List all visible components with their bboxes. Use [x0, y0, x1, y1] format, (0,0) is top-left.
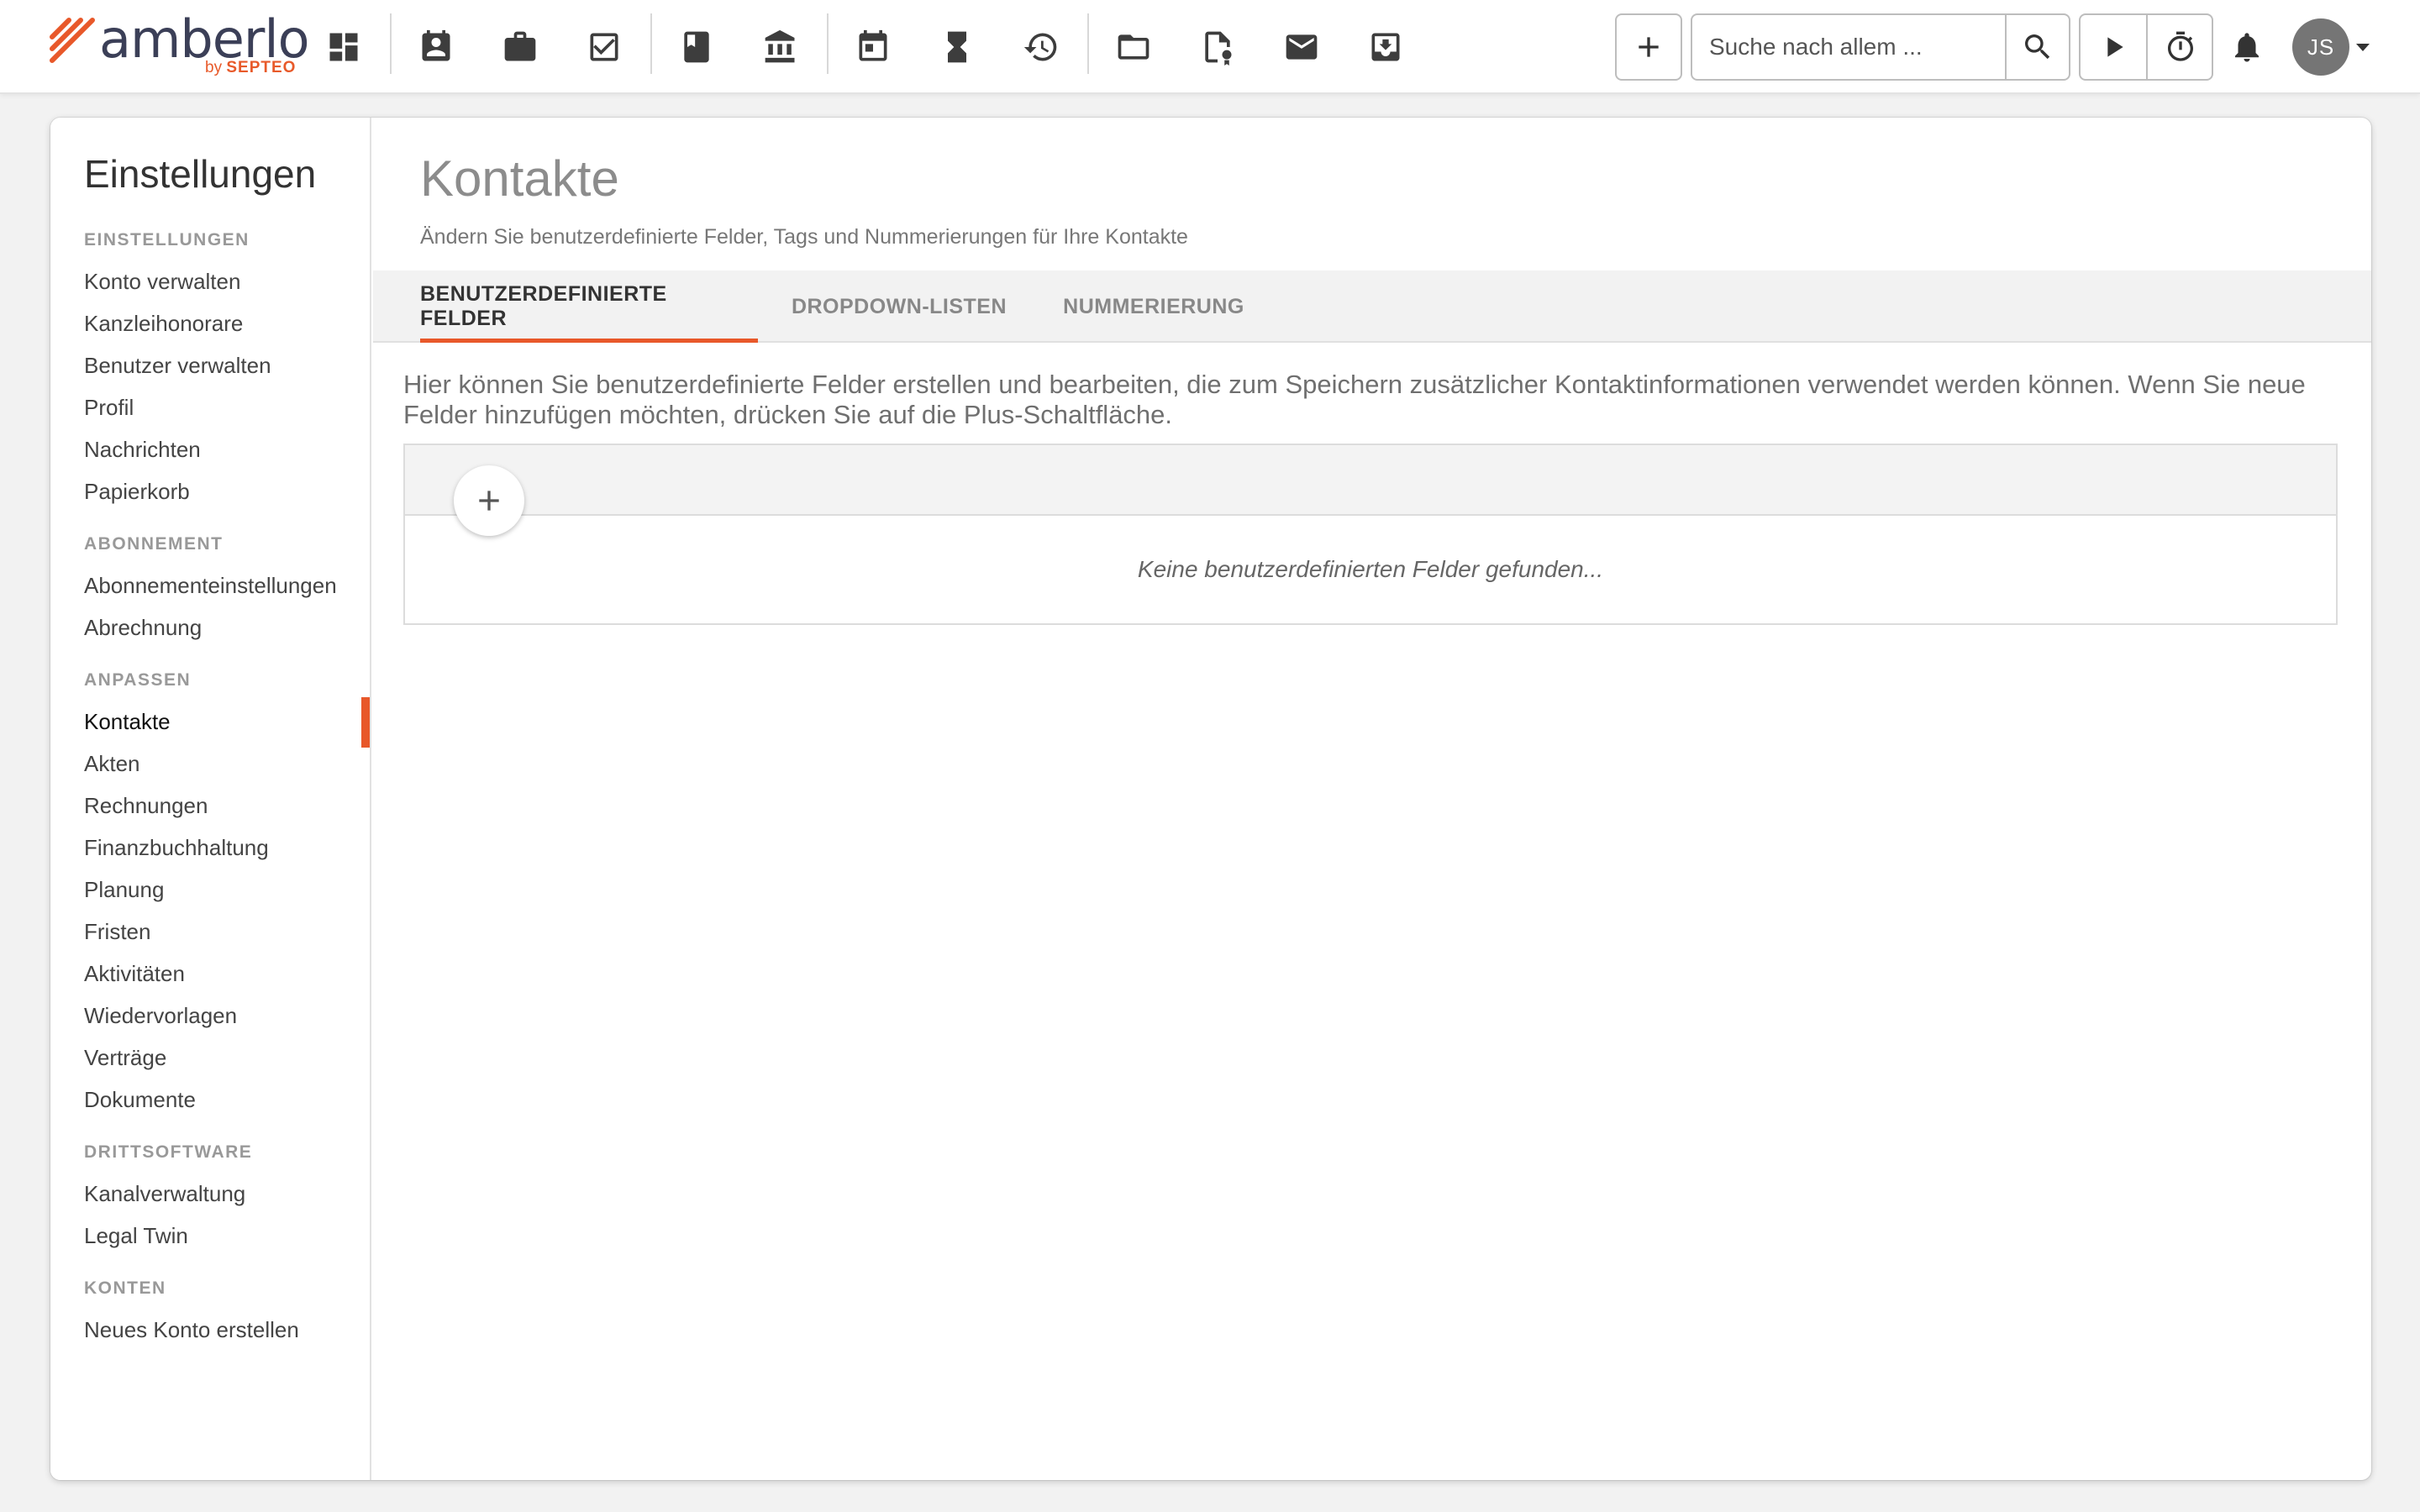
sidebar-section-anpassen: ANPASSEN: [84, 670, 192, 690]
briefcase-icon[interactable]: [491, 18, 550, 76]
stopwatch-icon: [2168, 31, 2193, 61]
content-panel: Kontakte Ändern Sie benutzerdefinierte F…: [373, 118, 2371, 1480]
plus-icon: [1639, 37, 1659, 57]
nav-divider: [827, 13, 829, 74]
top-bar: amberlo by SEPTEO Suche nach allem ... J…: [0, 0, 2420, 94]
sidebar-section-konten: KONTEN: [84, 1278, 166, 1298]
tab-benutzerdefinierte-felder[interactable]: BENUTZERDEFINIERTE FELDER: [420, 270, 758, 343]
search-button[interactable]: [2005, 15, 2069, 79]
sidebar-item-finanzbuchhaltung[interactable]: Finanzbuchhaltung: [84, 835, 269, 861]
global-search: [1691, 13, 2070, 81]
sidebar-item-konto-verwalten[interactable]: Konto verwalten: [84, 269, 240, 295]
brand-logo[interactable]: amberlo by SEPTEO: [49, 8, 310, 82]
plus-icon: [479, 491, 499, 511]
sidebar-item-legal-twin[interactable]: Legal Twin: [84, 1223, 188, 1249]
nav-divider: [650, 13, 652, 74]
sidebar-item-neues-konto-erstellen[interactable]: Neues Konto erstellen: [84, 1317, 299, 1343]
certificate-icon[interactable]: [1188, 18, 1247, 76]
tasks-icon[interactable]: [575, 18, 634, 76]
sidebar-item-kanzleihonorare[interactable]: Kanzleihonorare: [84, 311, 243, 337]
empty-state-message: Keine benutzerdefinierten Felder gefunde…: [1137, 556, 1604, 582]
custom-fields-table: Keine benutzerdefinierten Felder gefunde…: [403, 444, 2338, 625]
notifications-button[interactable]: [2223, 24, 2270, 71]
sidebar-section-abonnement: ABONNEMENT: [84, 534, 224, 554]
tab-bar: BENUTZERDEFINIERTE FELDER DROPDOWN-LISTE…: [373, 270, 2371, 343]
hourglass-icon[interactable]: [928, 18, 986, 76]
search-icon: [2025, 34, 2050, 60]
settings-sidebar: Einstellungen EINSTELLUNGEN Konto verwal…: [50, 118, 371, 1480]
contacts-icon[interactable]: [407, 18, 466, 76]
sidebar-item-abrechnung[interactable]: Abrechnung: [84, 615, 202, 641]
time-billing-icon[interactable]: [1012, 18, 1071, 76]
brand-byline: by SEPTEO: [205, 59, 297, 76]
sidebar-item-profil[interactable]: Profil: [84, 395, 134, 421]
timer-controls: [2079, 13, 2213, 81]
sidebar-item-papierkorb[interactable]: Papierkorb: [84, 479, 190, 505]
calendar-icon[interactable]: [844, 18, 902, 76]
sidebar-item-kontakte[interactable]: Kontakte: [84, 709, 171, 735]
user-avatar[interactable]: JS: [2292, 18, 2349, 76]
sidebar-item-abonnementeinstellungen[interactable]: Abonnementeinstellungen: [84, 573, 337, 599]
chevron-down-icon[interactable]: [2354, 40, 2371, 54]
nav-divider: [390, 13, 392, 74]
search-input[interactable]: [1692, 15, 2005, 79]
sidebar-item-benutzer-verwalten[interactable]: Benutzer verwalten: [84, 353, 271, 379]
mail-icon[interactable]: [1272, 18, 1331, 76]
page-title: Kontakte: [420, 150, 619, 207]
sidebar-item-akten[interactable]: Akten: [84, 751, 140, 777]
sidebar-item-vertraege[interactable]: Verträge: [84, 1045, 166, 1071]
tab-nummerierung[interactable]: NUMMERIERUNG: [1042, 270, 1265, 343]
book-icon[interactable]: [667, 18, 726, 76]
info-text: Hier können Sie benutzerdefinierte Felde…: [403, 370, 2306, 429]
folder-icon[interactable]: [1104, 18, 1163, 76]
sidebar-item-kanalverwaltung[interactable]: Kanalverwaltung: [84, 1181, 245, 1207]
add-field-button[interactable]: [454, 465, 524, 536]
dashboard-icon[interactable]: [314, 18, 373, 76]
page-subtitle: Ändern Sie benutzerdefinierte Felder, Ta…: [420, 225, 1188, 249]
active-indicator: [361, 697, 370, 748]
start-timer-button[interactable]: [2081, 15, 2146, 79]
tab-dropdown-listen[interactable]: DROPDOWN-LISTEN: [781, 270, 1017, 343]
sidebar-section-drittsoftware: DRITTSOFTWARE: [84, 1142, 253, 1162]
sidebar-item-planung[interactable]: Planung: [84, 877, 164, 903]
add-button[interactable]: [1615, 13, 1682, 81]
stopwatch-button[interactable]: [2148, 15, 2213, 79]
sidebar-section-einstellungen: EINSTELLUNGEN: [84, 230, 250, 249]
bank-icon[interactable]: [751, 18, 810, 76]
sidebar-title: Einstellungen: [84, 152, 317, 196]
settings-card: Einstellungen EINSTELLUNGEN Konto verwal…: [50, 118, 2371, 1480]
bell-icon: [2235, 33, 2259, 62]
sidebar-item-rechnungen[interactable]: Rechnungen: [84, 793, 208, 819]
inbox-icon[interactable]: [1356, 18, 1415, 76]
logo-mark-icon: [50, 18, 95, 63]
table-header: [405, 445, 2336, 516]
sidebar-item-aktivitaeten[interactable]: Aktivitäten: [84, 961, 185, 987]
play-icon: [2107, 37, 2123, 57]
sidebar-item-fristen[interactable]: Fristen: [84, 919, 150, 945]
nav-divider: [1087, 13, 1089, 74]
sidebar-item-dokumente[interactable]: Dokumente: [84, 1087, 196, 1113]
sidebar-item-wiedervorlagen[interactable]: Wiedervorlagen: [84, 1003, 237, 1029]
sidebar-item-nachrichten[interactable]: Nachrichten: [84, 437, 201, 463]
